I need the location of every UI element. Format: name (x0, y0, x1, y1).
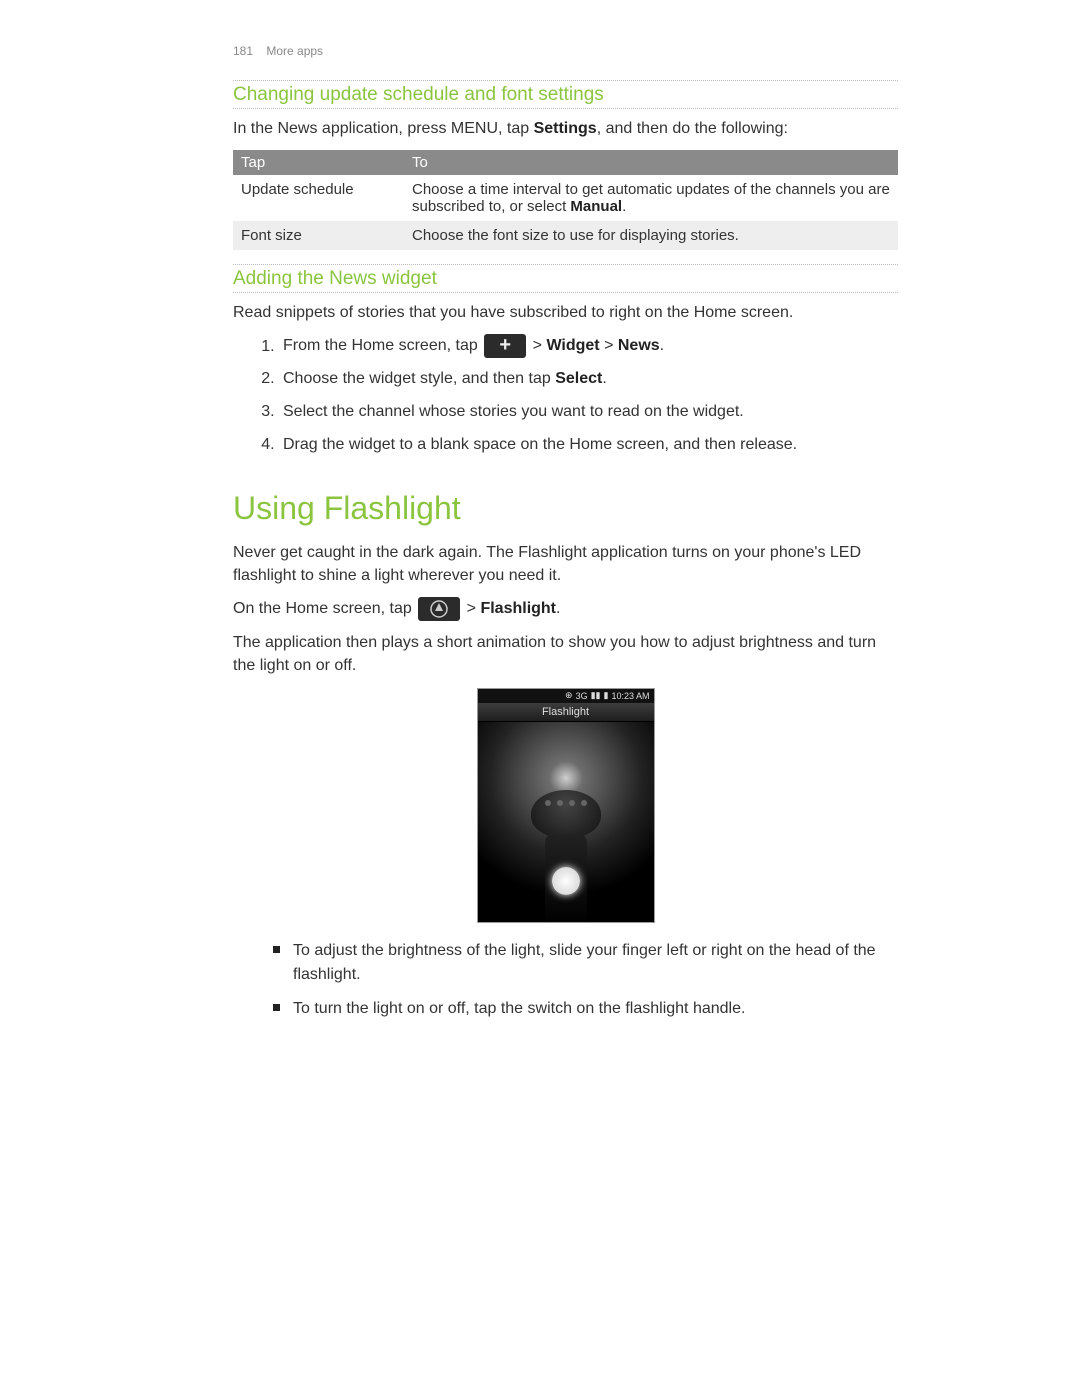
all-apps-icon (418, 597, 460, 621)
status-time: 10:23 AM (611, 691, 649, 701)
heading-news-widget: Adding the News widget (233, 268, 898, 290)
phone-status-bar: ⊕ 3G ▮▮ ▮ 10:23 AM (478, 689, 654, 703)
list-item: To turn the light on or off, tap the swi… (293, 997, 898, 1021)
cell-tap: Update schedule (233, 175, 404, 221)
flashlight-bulb (552, 867, 580, 895)
flashlight-head (531, 790, 601, 838)
plus-icon: + (484, 334, 526, 358)
list-item: To adjust the brightness of the light, s… (293, 939, 898, 987)
flashlight-dots (545, 800, 587, 806)
divider (233, 80, 898, 81)
heading-using-flashlight: Using Flashlight (233, 490, 898, 527)
flashlight-p1: Never get caught in the dark again. The … (233, 541, 898, 587)
bullet-list: To adjust the brightness of the light, s… (233, 939, 898, 1021)
th-tap: Tap (233, 150, 404, 175)
table-row: Font size Choose the font size to use fo… (233, 221, 898, 250)
divider (233, 292, 898, 293)
flashlight-p3: The application then plays a short anima… (233, 631, 898, 677)
phone-screenshot: ⊕ 3G ▮▮ ▮ 10:23 AM Flashlight (477, 688, 655, 923)
battery-icon: ▮ (604, 690, 609, 701)
divider (233, 108, 898, 109)
list-item: Choose the widget style, and then tap Se… (279, 367, 898, 392)
phone-app-body (478, 722, 654, 922)
network-icon: 3G (576, 691, 588, 701)
section-name: More apps (266, 44, 323, 58)
divider (233, 264, 898, 265)
flashlight-p2: On the Home screen, tap > Flashlight. (233, 597, 898, 621)
page-number: 181 (233, 44, 263, 58)
cell-to: Choose the font size to use for displayi… (404, 221, 898, 250)
list-item: From the Home screen, tap + > Widget > N… (279, 334, 898, 359)
signal-bars-icon: ▮▮ (591, 690, 601, 701)
settings-table: Tap To Update schedule Choose a time int… (233, 150, 898, 250)
list-item: Drag the widget to a blank space on the … (279, 433, 898, 458)
table-header-row: Tap To (233, 150, 898, 175)
signal-icon: ⊕ (565, 690, 573, 701)
list-item: Select the channel whose stories you wan… (279, 400, 898, 425)
cell-to: Choose a time interval to get automatic … (404, 175, 898, 221)
th-to: To (404, 150, 898, 175)
cell-tap: Font size (233, 221, 404, 250)
section2-intro: Read snippets of stories that you have s… (233, 301, 898, 324)
phone-app-title: Flashlight (478, 703, 654, 722)
heading-update-settings: Changing update schedule and font settin… (233, 84, 898, 106)
page-header: 181 More apps (233, 44, 898, 58)
section1-intro: In the News application, press MENU, tap… (233, 117, 898, 140)
table-row: Update schedule Choose a time interval t… (233, 175, 898, 221)
steps-list: From the Home screen, tap + > Widget > N… (233, 334, 898, 457)
